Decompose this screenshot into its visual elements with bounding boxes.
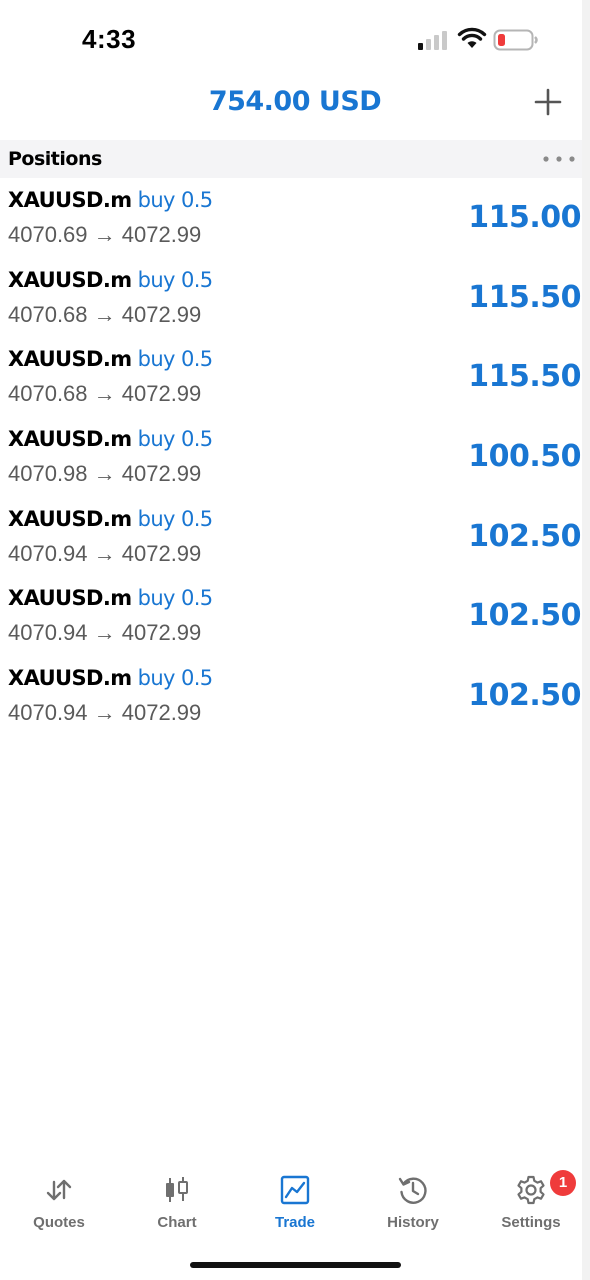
plus-icon[interactable] bbox=[534, 88, 562, 116]
positions-section-header: Positions bbox=[0, 140, 590, 178]
position-prices: 4070.98 → 4072.99 bbox=[8, 461, 202, 487]
more-dots-icon[interactable] bbox=[543, 156, 575, 162]
notification-badge: 1 bbox=[550, 1170, 576, 1196]
position-profit: 115.00 bbox=[468, 200, 581, 235]
tab-label: Trade bbox=[274, 1214, 316, 1231]
position-row[interactable]: XAUUSD.m buy 0.5 4070.94 → 4072.99 102.5… bbox=[0, 658, 590, 738]
position-title: XAUUSD.m buy 0.5 bbox=[8, 427, 213, 451]
position-title: XAUUSD.m buy 0.5 bbox=[8, 268, 213, 292]
position-prices: 4070.69 → 4072.99 bbox=[8, 222, 202, 247]
position-side: buy 0.5 bbox=[137, 506, 214, 531]
tab-bar: Quotes Chart Trade History 1 Settings bbox=[0, 1160, 590, 1250]
status-time: 4:33 bbox=[82, 24, 137, 54]
position-row[interactable]: XAUUSD.m buy 0.5 4070.68 → 4072.99 115.5… bbox=[0, 260, 590, 340]
position-title: XAUUSD.m buy 0.5 bbox=[8, 507, 213, 531]
position-symbol: XAUUSD.m bbox=[8, 347, 132, 372]
section-title: Positions bbox=[8, 148, 102, 170]
right-edge-strip bbox=[582, 0, 590, 1280]
tab-label: History bbox=[387, 1214, 439, 1231]
position-title: XAUUSD.m buy 0.5 bbox=[8, 666, 213, 690]
position-side: buy 0.5 bbox=[137, 427, 214, 452]
tab-chart[interactable]: Chart bbox=[118, 1160, 236, 1240]
status-bar: 4:33 bbox=[0, 0, 590, 80]
gear-icon bbox=[517, 1175, 545, 1205]
positions-list: XAUUSD.m buy 0.5 4070.69 → 4072.99 115.0… bbox=[0, 180, 590, 738]
position-row[interactable]: XAUUSD.m buy 0.5 4070.94 → 4072.99 102.5… bbox=[0, 578, 590, 658]
position-side: buy 0.5 bbox=[137, 586, 214, 611]
battery-low-icon bbox=[493, 29, 538, 51]
position-side: buy 0.5 bbox=[137, 267, 214, 292]
position-prices: 4070.68 → 4072.99 bbox=[8, 301, 202, 327]
position-profit: 100.50 bbox=[468, 439, 581, 475]
tab-label: Chart bbox=[157, 1214, 197, 1231]
home-indicator bbox=[190, 1262, 401, 1268]
position-symbol: XAUUSD.m bbox=[8, 586, 132, 611]
position-symbol: XAUUSD.m bbox=[8, 666, 132, 691]
position-profit: 115.50 bbox=[468, 359, 581, 395]
position-side: buy 0.5 bbox=[137, 666, 214, 691]
position-side: buy 0.5 bbox=[137, 347, 214, 372]
position-prices: 4070.94 → 4072.99 bbox=[8, 540, 202, 566]
position-profit: 102.50 bbox=[468, 598, 581, 634]
position-title: XAUUSD.m buy 0.5 bbox=[8, 586, 213, 610]
candlestick-chart-icon bbox=[166, 1177, 188, 1202]
position-symbol: XAUUSD.m bbox=[8, 427, 132, 452]
position-prices: 4070.68 → 4072.99 bbox=[8, 381, 202, 407]
position-row[interactable]: XAUUSD.m buy 0.5 4070.68 → 4072.99 115.5… bbox=[0, 339, 590, 419]
position-prices: 4070.94 → 4072.99 bbox=[8, 700, 202, 726]
tab-history[interactable]: History bbox=[354, 1160, 472, 1240]
position-side: buy 0.5 bbox=[137, 188, 214, 212]
position-row[interactable]: XAUUSD.m buy 0.5 4070.94 → 4072.99 102.5… bbox=[0, 499, 590, 579]
position-profit: 115.50 bbox=[468, 279, 581, 315]
tab-trade[interactable]: Trade bbox=[236, 1160, 354, 1240]
tab-label: Settings bbox=[501, 1214, 561, 1231]
position-title: XAUUSD.m buy 0.5 bbox=[8, 347, 213, 371]
position-profit: 102.50 bbox=[468, 678, 581, 714]
quotes-arrows-icon bbox=[46, 1179, 72, 1201]
position-symbol: XAUUSD.m bbox=[8, 267, 132, 292]
tab-quotes[interactable]: Quotes bbox=[0, 1160, 118, 1240]
tab-label: Quotes bbox=[33, 1214, 85, 1231]
cellular-signal-icon bbox=[418, 31, 447, 50]
tab-settings[interactable]: 1 Settings bbox=[472, 1160, 590, 1240]
position-profit: 102.50 bbox=[468, 518, 581, 554]
account-balance: 754.00 USD bbox=[208, 86, 382, 117]
position-prices: 4070.94 → 4072.99 bbox=[8, 620, 202, 646]
history-clock-icon bbox=[398, 1177, 427, 1204]
position-row[interactable]: XAUUSD.m buy 0.5 4070.69 → 4072.99 115.0… bbox=[0, 180, 590, 260]
nav-header: 754.00 USD bbox=[0, 80, 590, 136]
position-title: XAUUSD.m buy 0.5 bbox=[8, 188, 213, 212]
position-symbol: XAUUSD.m bbox=[8, 188, 132, 212]
position-row[interactable]: XAUUSD.m buy 0.5 4070.98 → 4072.99 100.5… bbox=[0, 419, 590, 499]
trade-chart-icon bbox=[280, 1175, 310, 1205]
position-symbol: XAUUSD.m bbox=[8, 506, 132, 531]
wifi-icon bbox=[457, 27, 487, 48]
